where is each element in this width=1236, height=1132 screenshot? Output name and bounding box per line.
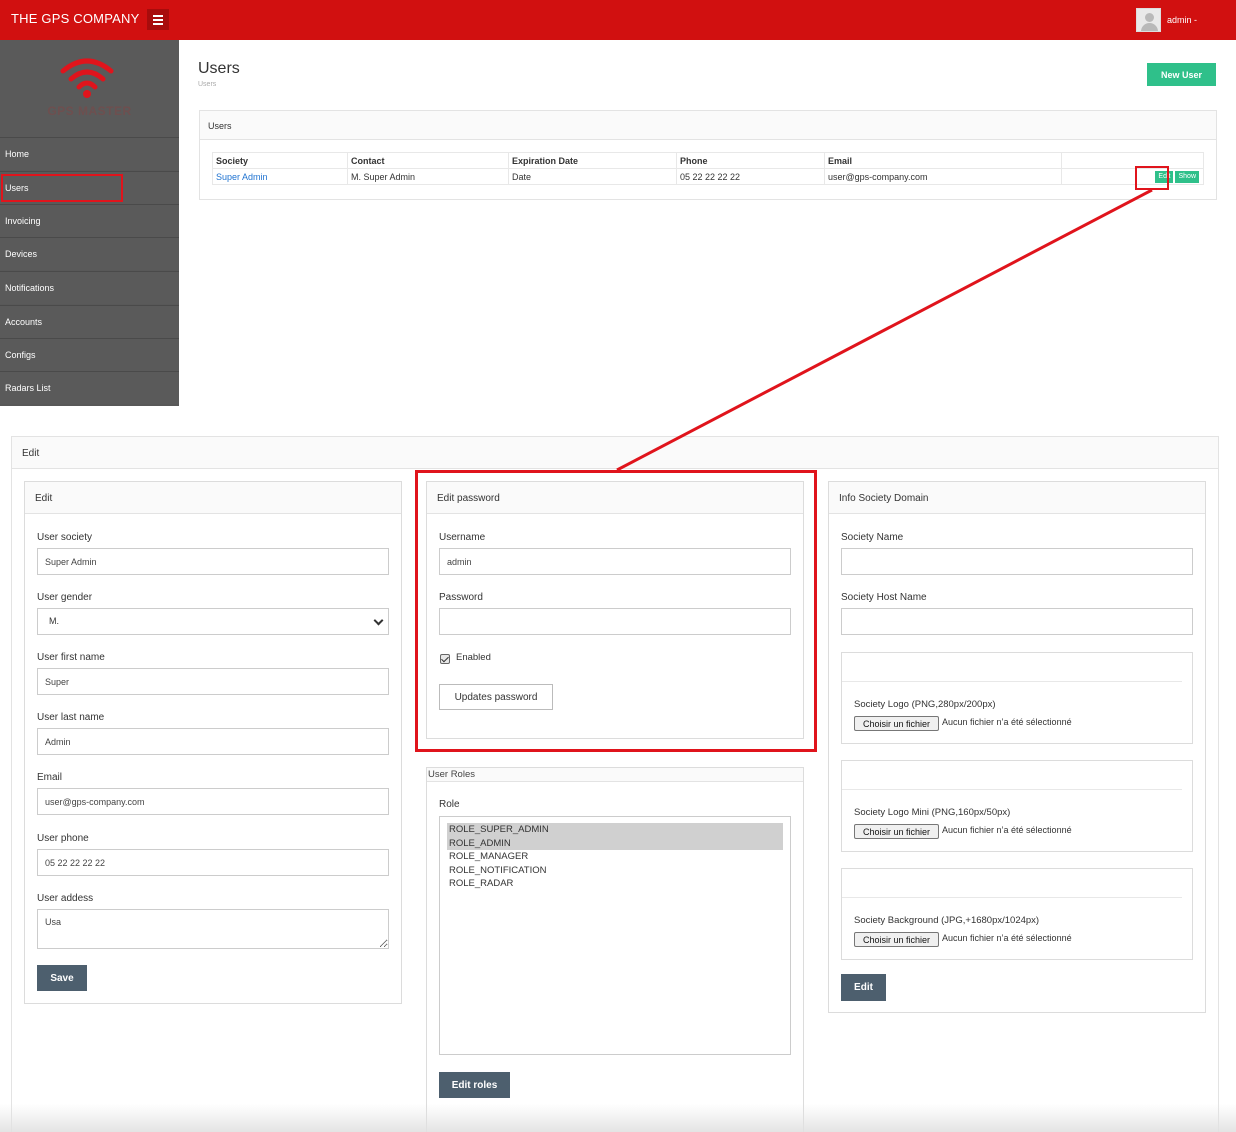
annotation-arrow-line: [616, 188, 1153, 472]
